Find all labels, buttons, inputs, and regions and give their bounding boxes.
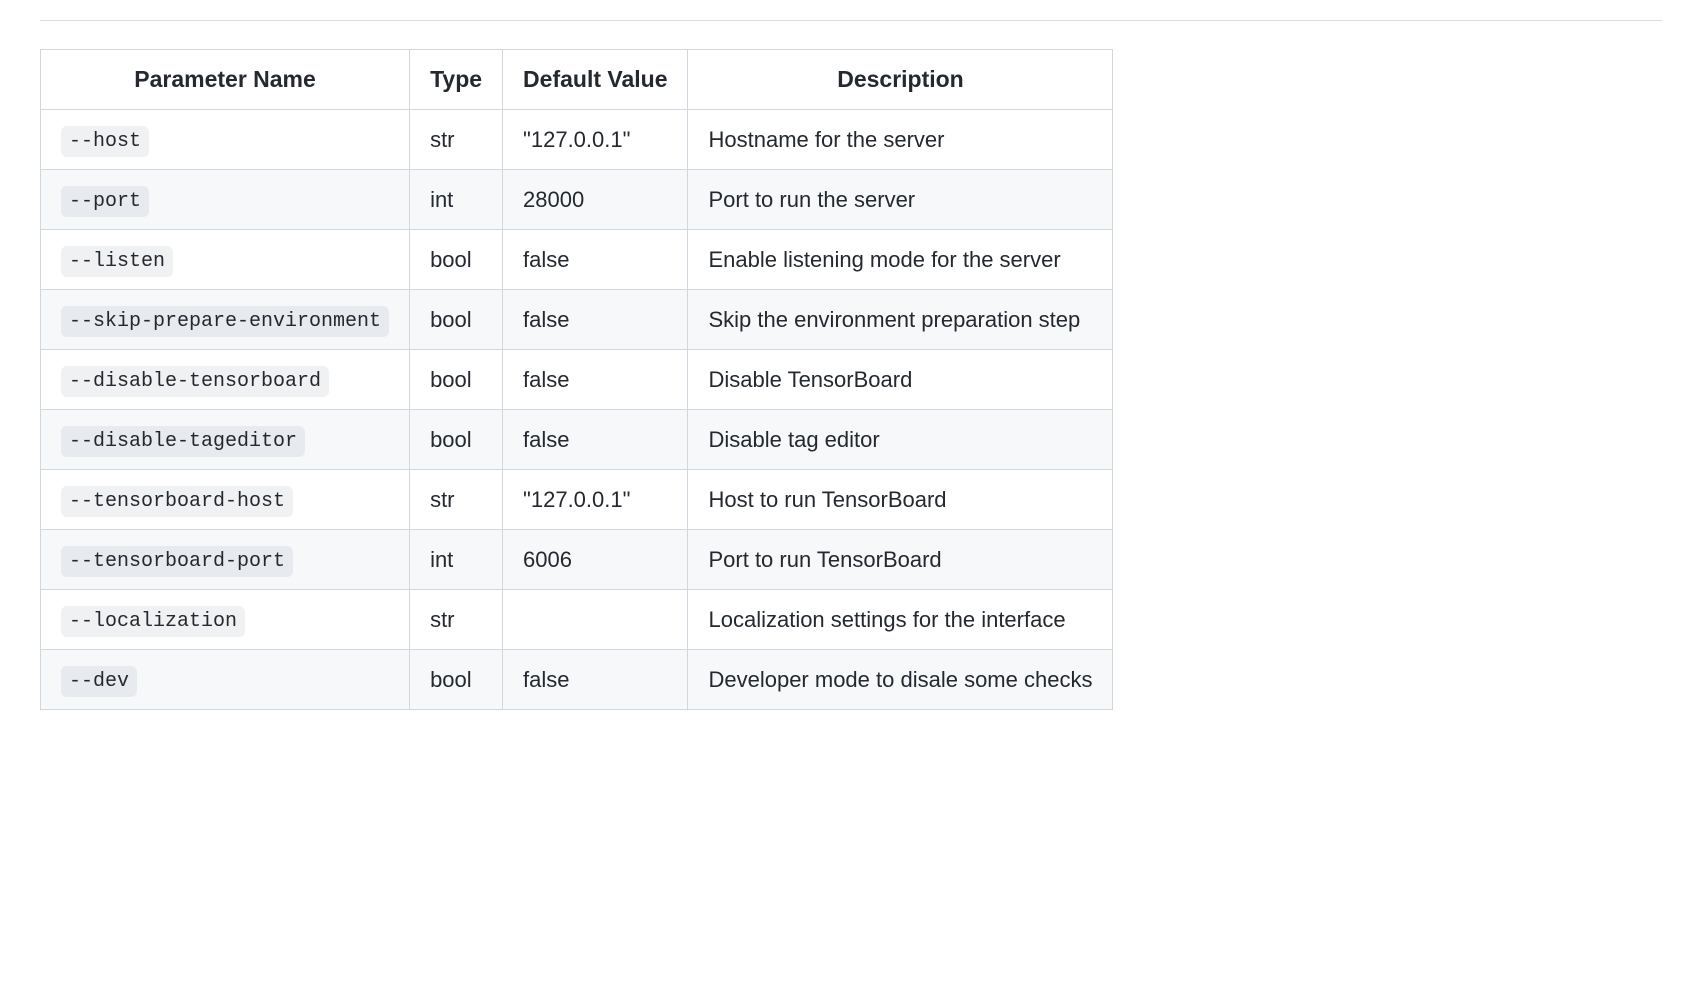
cell-parameter-name: --disable-tensorboard bbox=[41, 350, 410, 410]
cell-type: str bbox=[410, 110, 503, 170]
cell-description: Skip the environment preparation step bbox=[688, 290, 1113, 350]
table-row: --port int28000Port to run the server bbox=[41, 170, 1113, 230]
table-row: --tensorboard-host str"127.0.0.1"Host to … bbox=[41, 470, 1113, 530]
header-description: Description bbox=[688, 50, 1113, 110]
header-default-value: Default Value bbox=[503, 50, 688, 110]
parameter-code: --skip-prepare-environment bbox=[61, 306, 389, 337]
cell-description: Disable tag editor bbox=[688, 410, 1113, 470]
cell-parameter-name: --host bbox=[41, 110, 410, 170]
cell-type: bool bbox=[410, 290, 503, 350]
table-row: --disable-tensorboard boolfalseDisable Te… bbox=[41, 350, 1113, 410]
parameter-code: --tensorboard-host bbox=[61, 486, 293, 517]
parameter-code: --listen bbox=[61, 246, 173, 277]
cell-parameter-name: --dev bbox=[41, 650, 410, 710]
table-row: --host str"127.0.0.1"Hostname for the ser… bbox=[41, 110, 1113, 170]
cell-type: bool bbox=[410, 410, 503, 470]
cell-description: Host to run TensorBoard bbox=[688, 470, 1113, 530]
cell-parameter-name: --listen bbox=[41, 230, 410, 290]
parameter-code: --localization bbox=[61, 606, 245, 637]
cell-type: int bbox=[410, 170, 503, 230]
cell-default-value: "127.0.0.1" bbox=[503, 110, 688, 170]
table-row: --skip-prepare-environment boolfalseSkip … bbox=[41, 290, 1113, 350]
cell-default-value: 6006 bbox=[503, 530, 688, 590]
cell-description: Port to run the server bbox=[688, 170, 1113, 230]
table-header-row: Parameter Name Type Default Value Descri… bbox=[41, 50, 1113, 110]
cell-description: Disable TensorBoard bbox=[688, 350, 1113, 410]
cell-parameter-name: --tensorboard-port bbox=[41, 530, 410, 590]
parameter-code: --tensorboard-port bbox=[61, 546, 293, 577]
cell-parameter-name: --skip-prepare-environment bbox=[41, 290, 410, 350]
parameter-code: --disable-tageditor bbox=[61, 426, 305, 457]
cell-description: Developer mode to disale some checks bbox=[688, 650, 1113, 710]
cell-description: Port to run TensorBoard bbox=[688, 530, 1113, 590]
cell-default-value: false bbox=[503, 290, 688, 350]
cell-default-value: false bbox=[503, 410, 688, 470]
header-type: Type bbox=[410, 50, 503, 110]
parameter-code: --port bbox=[61, 186, 149, 217]
table-row: --disable-tageditor boolfalseDisable tag … bbox=[41, 410, 1113, 470]
cell-default-value: false bbox=[503, 350, 688, 410]
parameter-code: --dev bbox=[61, 666, 137, 697]
cell-description: Localization settings for the interface bbox=[688, 590, 1113, 650]
cell-type: str bbox=[410, 590, 503, 650]
parameter-code: --host bbox=[61, 126, 149, 157]
cell-parameter-name: --localization bbox=[41, 590, 410, 650]
cell-type: int bbox=[410, 530, 503, 590]
table-row: --listen boolfalseEnable listening mode f… bbox=[41, 230, 1113, 290]
cell-default-value: false bbox=[503, 650, 688, 710]
parameters-table: Parameter Name Type Default Value Descri… bbox=[40, 49, 1113, 710]
cell-type: bool bbox=[410, 350, 503, 410]
horizontal-rule bbox=[40, 20, 1662, 21]
cell-parameter-name: --port bbox=[41, 170, 410, 230]
cell-type: str bbox=[410, 470, 503, 530]
cell-type: bool bbox=[410, 230, 503, 290]
cell-description: Hostname for the server bbox=[688, 110, 1113, 170]
cell-default-value: "127.0.0.1" bbox=[503, 470, 688, 530]
cell-parameter-name: --disable-tageditor bbox=[41, 410, 410, 470]
cell-default-value: 28000 bbox=[503, 170, 688, 230]
table-row: --localization str Localization settings f… bbox=[41, 590, 1113, 650]
parameter-code: --disable-tensorboard bbox=[61, 366, 329, 397]
cell-default-value bbox=[503, 590, 688, 650]
table-row: --tensorboard-port int6006Port to run Ten… bbox=[41, 530, 1113, 590]
cell-description: Enable listening mode for the server bbox=[688, 230, 1113, 290]
header-parameter-name: Parameter Name bbox=[41, 50, 410, 110]
table-row: --dev boolfalseDeveloper mode to disale s… bbox=[41, 650, 1113, 710]
cell-default-value: false bbox=[503, 230, 688, 290]
cell-type: bool bbox=[410, 650, 503, 710]
cell-parameter-name: --tensorboard-host bbox=[41, 470, 410, 530]
